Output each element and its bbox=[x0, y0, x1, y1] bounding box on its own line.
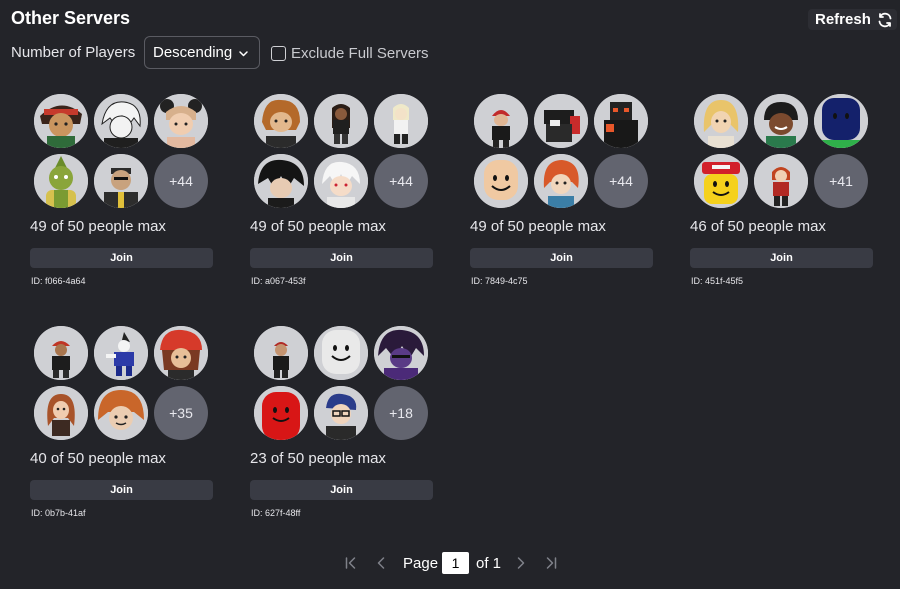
player-avatar bbox=[34, 94, 88, 148]
player-avatar bbox=[154, 326, 208, 380]
more-players-badge: +41 bbox=[814, 154, 868, 208]
page-number-input[interactable] bbox=[442, 552, 469, 574]
more-players-badge: +44 bbox=[154, 154, 208, 208]
player-avatar bbox=[34, 154, 88, 208]
player-count: 49 of 50 people max bbox=[250, 218, 386, 235]
page-label: Page bbox=[403, 555, 439, 572]
player-avatar bbox=[374, 326, 428, 380]
pagination: Page of 1 bbox=[338, 551, 568, 575]
player-avatar bbox=[34, 386, 88, 440]
filter-bar: Number of Players Descending Exclude Ful… bbox=[11, 36, 451, 69]
join-button[interactable]: Join bbox=[250, 248, 433, 268]
server-id: ID: 451f-45f5 bbox=[691, 276, 744, 286]
server-card: +41 46 of 50 people max Join ID: 451f-45… bbox=[690, 94, 890, 294]
more-players-badge: +44 bbox=[594, 154, 648, 208]
exclude-full-servers-checkbox[interactable] bbox=[271, 46, 286, 61]
more-players-badge: +18 bbox=[374, 386, 428, 440]
chevron-down-icon bbox=[238, 48, 249, 59]
last-page-icon[interactable] bbox=[543, 555, 559, 571]
refresh-label: Refresh bbox=[815, 11, 871, 28]
join-button[interactable]: Join bbox=[690, 248, 873, 268]
server-id: ID: 627f-48ff bbox=[251, 508, 301, 518]
server-id: ID: f066-4a64 bbox=[31, 276, 86, 286]
player-avatar bbox=[314, 94, 368, 148]
first-page-icon[interactable] bbox=[343, 555, 359, 571]
more-players-badge: +44 bbox=[374, 154, 428, 208]
player-count: 46 of 50 people max bbox=[690, 218, 826, 235]
server-id: ID: a067-453f bbox=[251, 276, 306, 286]
player-avatar bbox=[94, 154, 148, 208]
join-button[interactable]: Join bbox=[470, 248, 653, 268]
server-card: +44 49 of 50 people max Join ID: 7849-4c… bbox=[470, 94, 670, 294]
total-pages-label: of 1 bbox=[476, 555, 502, 572]
join-button[interactable]: Join bbox=[30, 248, 213, 268]
next-page-icon[interactable] bbox=[513, 555, 529, 571]
server-card: +18 23 of 50 people max Join ID: 627f-48… bbox=[250, 326, 450, 526]
player-avatar bbox=[694, 94, 748, 148]
player-count: 40 of 50 people max bbox=[30, 450, 166, 467]
exclude-full-servers-label: Exclude Full Servers bbox=[291, 45, 429, 62]
server-id: ID: 0b7b-41af bbox=[31, 508, 86, 518]
player-avatar bbox=[374, 94, 428, 148]
player-avatar bbox=[254, 94, 308, 148]
player-avatar bbox=[94, 386, 148, 440]
player-avatar bbox=[154, 94, 208, 148]
sort-value: Descending bbox=[153, 44, 233, 61]
player-avatar bbox=[254, 326, 308, 380]
player-avatar bbox=[694, 154, 748, 208]
server-card: +44 49 of 50 people max Join ID: f066-4a… bbox=[30, 94, 230, 294]
player-avatar bbox=[34, 326, 88, 380]
player-count: 23 of 50 people max bbox=[250, 450, 386, 467]
player-avatar bbox=[594, 94, 648, 148]
player-count: 49 of 50 people max bbox=[30, 218, 166, 235]
server-card: +35 40 of 50 people max Join ID: 0b7b-41… bbox=[30, 326, 230, 526]
player-count: 49 of 50 people max bbox=[470, 218, 606, 235]
player-avatar bbox=[94, 326, 148, 380]
server-id: ID: 7849-4c75 bbox=[471, 276, 528, 286]
player-avatar bbox=[474, 154, 528, 208]
refresh-icon bbox=[877, 12, 893, 28]
sort-dropdown[interactable]: Descending bbox=[144, 36, 260, 69]
player-avatar bbox=[314, 326, 368, 380]
player-avatar bbox=[814, 94, 868, 148]
sort-label: Number of Players bbox=[11, 44, 136, 61]
more-players-badge: +35 bbox=[154, 386, 208, 440]
server-card: +44 49 of 50 people max Join ID: a067-45… bbox=[250, 94, 450, 294]
player-avatar bbox=[754, 94, 808, 148]
refresh-button[interactable]: Refresh bbox=[808, 9, 897, 30]
player-avatar bbox=[94, 94, 148, 148]
join-button[interactable]: Join bbox=[250, 480, 433, 500]
previous-page-icon[interactable] bbox=[373, 555, 389, 571]
exclude-full-servers-toggle[interactable]: Exclude Full Servers bbox=[271, 45, 429, 62]
player-avatar bbox=[754, 154, 808, 208]
player-avatar bbox=[474, 94, 528, 148]
join-button[interactable]: Join bbox=[30, 480, 213, 500]
page-title: Other Servers bbox=[11, 8, 131, 28]
player-avatar bbox=[534, 94, 588, 148]
player-avatar bbox=[314, 154, 368, 208]
player-avatar bbox=[254, 154, 308, 208]
player-avatar bbox=[314, 386, 368, 440]
player-avatar bbox=[254, 386, 308, 440]
player-avatar bbox=[534, 154, 588, 208]
